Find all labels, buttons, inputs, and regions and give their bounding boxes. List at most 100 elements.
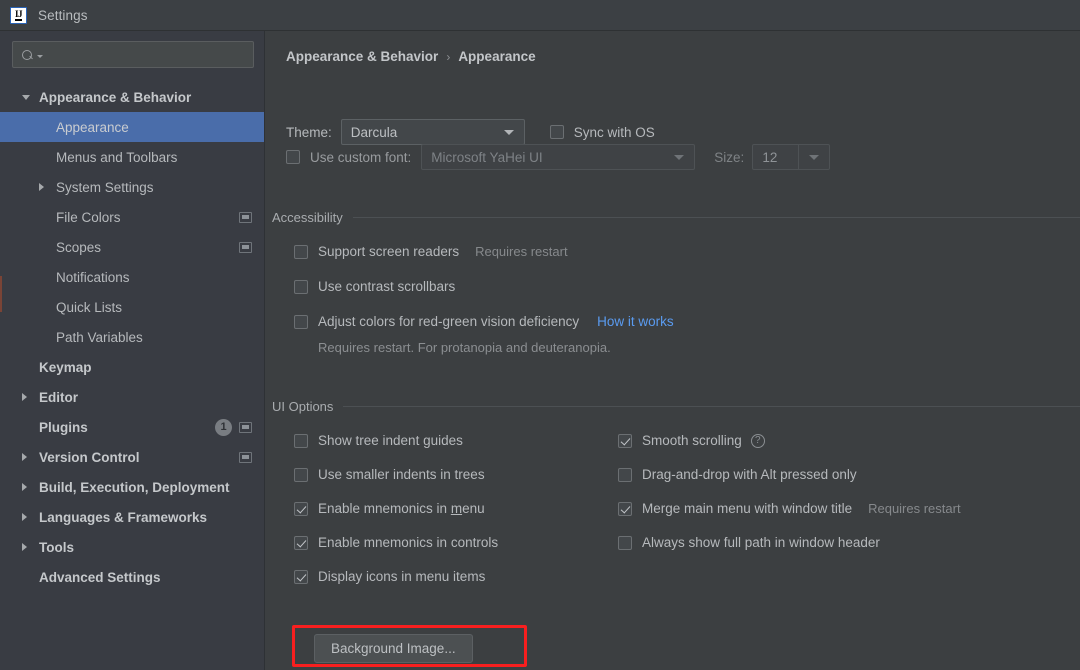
smooth-scrolling-label: Smooth scrolling xyxy=(642,433,742,448)
breadcrumb: Appearance & Behavior › Appearance xyxy=(286,49,536,64)
drag-and-drop-with-alt-pressed-only-row: Drag-and-drop with Alt pressed only xyxy=(618,467,857,482)
enable-mnemonics-in-controls-label: Enable mnemonics in controls xyxy=(318,535,499,550)
chevron-right-icon[interactable] xyxy=(22,513,27,521)
merge-main-menu-with-window-title-checkbox[interactable] xyxy=(618,501,632,516)
search-box[interactable] xyxy=(12,41,254,68)
sidebar-item-menus-and-toolbars[interactable]: Menus and Toolbars xyxy=(0,142,264,172)
section-divider xyxy=(352,217,1080,218)
sidebar-item-notifications[interactable]: Notifications xyxy=(0,262,264,292)
sync-with-os-checkbox-box[interactable] xyxy=(549,125,564,139)
sidebar-item-badges xyxy=(239,451,252,463)
sidebar-item-file-colors[interactable]: File Colors xyxy=(0,202,264,232)
sidebar-item-appearance-behavior[interactable]: Appearance & Behavior xyxy=(0,82,264,112)
sidebar-item-label: Version Control xyxy=(39,449,140,465)
sidebar-item-advanced-settings[interactable]: Advanced Settings xyxy=(0,562,264,592)
custom-font-select[interactable]: Microsoft YaHei UI xyxy=(421,144,696,170)
chevron-right-icon[interactable] xyxy=(22,483,27,491)
use-contrast-scrollbars-label: Use contrast scrollbars xyxy=(318,279,456,294)
chevron-down-icon xyxy=(674,154,685,160)
sidebar-item-label: Plugins xyxy=(39,419,88,435)
enable-mnemonics-in-controls-checkbox[interactable] xyxy=(294,535,308,550)
use-smaller-indents-in-trees-row: Use smaller indents in trees xyxy=(294,467,485,482)
breadcrumb-separator-icon: › xyxy=(446,49,451,64)
how-it-works-link[interactable]: How it works xyxy=(597,314,674,329)
sidebar-item-label: System Settings xyxy=(56,179,154,195)
background-image-button[interactable]: Background Image... xyxy=(314,634,473,663)
adjust-colors-row: Adjust colors for red-green vision defic… xyxy=(294,314,674,329)
use-smaller-indents-in-trees-checkbox[interactable] xyxy=(294,467,308,482)
use-contrast-scrollbars-checkbox[interactable] xyxy=(294,279,308,294)
sidebar-item-badges: 1 xyxy=(215,418,252,436)
always-show-full-path-in-window-header-checkbox[interactable] xyxy=(618,535,632,550)
ui-options-section-header: UI Options xyxy=(272,399,1080,414)
smooth-scrolling-checkbox[interactable] xyxy=(618,433,632,448)
drag-and-drop-with-alt-pressed-only-checkbox[interactable] xyxy=(618,467,632,482)
title-bar: IJ Settings xyxy=(0,0,1080,31)
sidebar-item-label: Path Variables xyxy=(56,329,143,345)
show-tree-indent-guides-label: Show tree indent guides xyxy=(318,433,463,448)
sidebar-item-label: Quick Lists xyxy=(56,299,123,315)
sync-with-os-checkbox[interactable]: Sync with OS xyxy=(549,124,655,140)
enable-mnemonics-in-menu-checkbox[interactable] xyxy=(294,501,308,516)
always-show-full-path-in-window-header-label: Always show full path in window header xyxy=(642,535,880,550)
sidebar-item-build-execution-deployment[interactable]: Build, Execution, Deployment xyxy=(0,472,264,502)
sidebar-item-label: Languages & Frameworks xyxy=(39,509,208,525)
chevron-right-icon[interactable] xyxy=(39,183,44,191)
sidebar-item-path-variables[interactable]: Path Variables xyxy=(0,322,264,352)
sidebar-item-scopes[interactable]: Scopes xyxy=(0,232,264,262)
search-wrapper xyxy=(0,31,264,68)
settings-sidebar: Appearance & Behavior Appearance Menus and… xyxy=(0,31,265,670)
sidebar-item-languages-frameworks[interactable]: Languages & Frameworks xyxy=(0,502,264,532)
accessibility-section-header: Accessibility xyxy=(272,210,1080,225)
display-icons-in-menu-items-row: Display icons in menu items xyxy=(294,569,485,584)
sidebar-item-label: Tools xyxy=(39,539,74,555)
breadcrumb-root[interactable]: Appearance & Behavior xyxy=(286,49,438,64)
sidebar-item-keymap[interactable]: Keymap xyxy=(0,352,264,382)
sidebar-item-label: Appearance xyxy=(56,119,129,135)
intellij-idea-logo-icon: IJ xyxy=(10,6,27,24)
sidebar-item-tools[interactable]: Tools xyxy=(0,532,264,562)
sidebar-item-badges xyxy=(239,211,252,223)
chevron-right-icon[interactable] xyxy=(22,543,27,551)
adjust-colors-checkbox[interactable] xyxy=(294,314,308,329)
sidebar-item-appearance[interactable]: Appearance xyxy=(0,112,264,142)
merge-main-menu-with-window-title-row: Merge main menu with window title Require… xyxy=(618,501,961,516)
breadcrumb-current: Appearance xyxy=(458,49,536,64)
chevron-right-icon[interactable] xyxy=(22,393,27,401)
use-contrast-scrollbars-row: Use contrast scrollbars xyxy=(294,279,455,294)
window-title: Settings xyxy=(38,7,88,23)
mnemonic-underline: m xyxy=(450,501,463,516)
display-icons-in-menu-items-label: Display icons in menu items xyxy=(318,569,486,584)
sidebar-item-label: Appearance & Behavior xyxy=(39,89,192,105)
font-size-spinner[interactable]: 12 xyxy=(752,144,831,170)
chevron-down-icon[interactable] xyxy=(22,94,30,100)
sync-with-os-label: Sync with OS xyxy=(573,124,655,140)
sidebar-item-version-control[interactable]: Version Control xyxy=(0,442,264,472)
use-custom-font-checkbox[interactable] xyxy=(286,150,300,164)
sidebar-item-label: Scopes xyxy=(56,239,102,255)
search-input[interactable] xyxy=(43,46,253,63)
support-screen-readers-label: Support screen readers xyxy=(318,244,460,259)
sidebar-item-label: File Colors xyxy=(56,209,121,225)
display-icons-in-menu-items-checkbox[interactable] xyxy=(294,569,308,584)
sidebar-item-system-settings[interactable]: System Settings xyxy=(0,172,264,202)
accessibility-section-title: Accessibility xyxy=(272,210,343,225)
theme-select[interactable]: Darcula xyxy=(340,119,525,145)
show-tree-indent-guides-checkbox[interactable] xyxy=(294,433,308,448)
sidebar-item-plugins[interactable]: Plugins 1 xyxy=(0,412,264,442)
project-level-setting-icon xyxy=(239,421,252,433)
merge-main-menu-with-window-title-label: Merge main menu with window title xyxy=(642,501,853,516)
help-icon[interactable]: ? xyxy=(750,433,765,448)
use-custom-font-label: Use custom font: xyxy=(310,149,412,165)
support-screen-readers-checkbox[interactable] xyxy=(294,244,308,259)
font-size-value: 12 xyxy=(762,149,778,165)
chevron-right-icon[interactable] xyxy=(22,453,27,461)
ui-options-section-title: UI Options xyxy=(272,399,334,414)
merge-main-menu-with-window-title-hint: Requires restart xyxy=(868,501,961,516)
sidebar-item-quick-lists[interactable]: Quick Lists xyxy=(0,292,264,322)
sidebar-item-editor[interactable]: Editor xyxy=(0,382,264,412)
sidebar-item-badges xyxy=(239,241,252,253)
enable-mnemonics-in-menu-row: Enable mnemonics in menu xyxy=(294,501,485,516)
show-tree-indent-guides-row: Show tree indent guides xyxy=(294,433,463,448)
use-smaller-indents-in-trees-label: Use smaller indents in trees xyxy=(318,467,485,482)
